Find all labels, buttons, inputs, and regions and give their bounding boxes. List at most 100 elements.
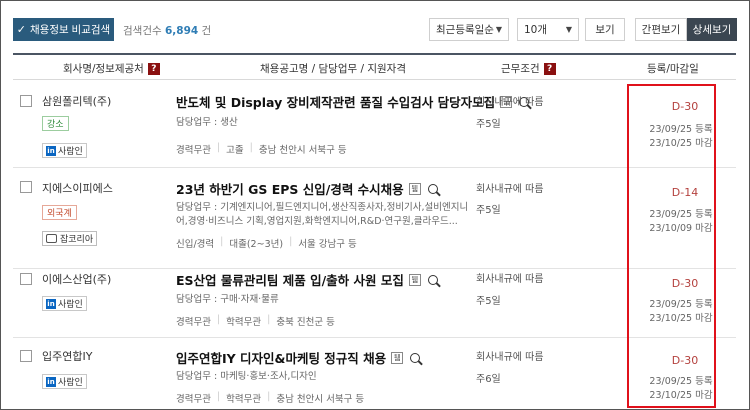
d-day: D-30 bbox=[671, 100, 699, 113]
company-name[interactable]: 입주연합IY bbox=[42, 348, 92, 364]
deadline-date: 23/10/09 마감 bbox=[649, 223, 713, 234]
job-duty: 담당업무 : 구매·자재·물류 bbox=[176, 294, 279, 305]
chevron-down-icon: ▼ bbox=[495, 25, 502, 34]
simple-view-button[interactable]: 간편보기 bbox=[635, 18, 687, 41]
job-title-text: 반도체 및 Display 장비제작관련 품질 수입검사 담당자모집 bbox=[176, 95, 496, 110]
location-text: 충남 천안시 서북구 등 bbox=[276, 394, 365, 405]
work-days: 주5일 bbox=[476, 119, 501, 130]
row-checkbox[interactable] bbox=[20, 181, 32, 193]
check-icon: ✓ bbox=[16, 24, 26, 36]
source-badge[interactable]: in 사람인 bbox=[42, 143, 87, 158]
job-title-text: 입주연합IY 디자인&마케팅 정규직 채용 bbox=[176, 351, 387, 366]
job-title[interactable]: ES산업 물류관리팀 제품 입/출하 사원 모집 퉴 bbox=[176, 270, 438, 289]
result-count-value: 6,894 bbox=[164, 25, 199, 37]
row-checkbox[interactable] bbox=[20, 95, 32, 107]
company-name[interactable]: 지에스이피에스 bbox=[42, 180, 113, 196]
source-badge[interactable]: in 사람인 bbox=[42, 374, 87, 389]
table-row: 입주연합IY in 사람인 입주연합IY 디자인&마케팅 정규직 채용 퉴 담당… bbox=[13, 338, 737, 409]
career-text: 경력무관 bbox=[176, 317, 211, 328]
results-toolbar: ✓ 채용정보 비교검색 검색건수 6,894 건 최근등록일순 ▼ 10개 ▼ … bbox=[13, 18, 737, 42]
header-company-label: 회사명/정보제공처 bbox=[63, 63, 144, 75]
company-badge: 강소 bbox=[42, 116, 69, 131]
job-title[interactable]: 23년 하반기 GS EPS 신입/경력 수시채용 퉴 bbox=[176, 179, 438, 198]
sort-order-select[interactable]: 최근등록일순 ▼ bbox=[429, 18, 509, 41]
source-label: 사람인 bbox=[58, 147, 83, 157]
row-checkbox[interactable] bbox=[20, 273, 32, 285]
linkedin-icon: in bbox=[46, 298, 56, 309]
table-header: 회사명/정보제공처 ? 채용공고명 / 담당업무 / 지원자격 근무조건 ? 등… bbox=[13, 53, 736, 80]
linkedin-icon: in bbox=[46, 376, 56, 387]
career-text: 경력무관 bbox=[176, 145, 211, 156]
job-title-text: 23년 하반기 GS EPS 신입/경력 수시채용 bbox=[176, 182, 404, 197]
deadline-date: 23/10/25 마감 bbox=[649, 138, 713, 149]
job-meta: 경력무관 | 학력무관 | 충북 진천군 등 bbox=[176, 314, 335, 328]
per-page-select[interactable]: 10개 ▼ bbox=[517, 18, 579, 41]
source-badge[interactable]: 잡코리아 bbox=[42, 231, 98, 246]
company-name[interactable]: 이에스산업(주) bbox=[42, 271, 111, 287]
compare-search-button[interactable]: ✓ 채용정보 비교검색 bbox=[13, 18, 114, 41]
scrap-icon[interactable]: 퉴 bbox=[408, 182, 421, 195]
sort-order-value: 최근등록일순 bbox=[436, 24, 494, 36]
deadline-date: 23/10/25 마감 bbox=[649, 313, 713, 324]
row-checkbox[interactable] bbox=[20, 350, 32, 362]
help-icon[interactable]: ? bbox=[543, 62, 556, 75]
linkedin-icon: in bbox=[46, 145, 56, 156]
education-text: 학력무관 bbox=[226, 317, 262, 328]
d-day: D-14 bbox=[671, 186, 699, 199]
pay-condition: 회사내규에 따름 bbox=[476, 97, 544, 108]
header-posting-label: 채용공고명 / 담당업무 / 지원자격 bbox=[260, 63, 407, 75]
education-text: 고졸 bbox=[226, 145, 244, 156]
d-day: D-30 bbox=[671, 354, 699, 367]
source-label: 사람인 bbox=[58, 300, 83, 310]
table-row: 삼원폴리텍(주) 강소 in 사람인 반도체 및 Display 장비제작관련 … bbox=[13, 81, 736, 168]
company-badge: 외국계 bbox=[42, 205, 77, 220]
location-text: 충남 천안시 서북구 등 bbox=[258, 145, 347, 156]
pay-condition: 회사내규에 따름 bbox=[476, 274, 544, 285]
help-icon[interactable]: ? bbox=[147, 62, 160, 75]
registered-date: 23/09/25 등록 bbox=[649, 299, 713, 310]
company-name[interactable]: 삼원폴리텍(주) bbox=[42, 93, 111, 109]
post-dates: 23/09/25 등록 23/10/25 마감 bbox=[625, 298, 737, 326]
education-text: 대졸(2~3년) bbox=[229, 239, 284, 250]
job-meta: 경력무관 | 고졸 | 충남 천안시 서북구 등 bbox=[176, 142, 347, 156]
job-duty: 담당업무 : 생산 bbox=[176, 117, 238, 128]
search-icon[interactable] bbox=[427, 274, 438, 285]
search-icon[interactable] bbox=[427, 183, 438, 194]
header-deadline-label: 등록/마감일 bbox=[647, 63, 699, 75]
career-text: 경력무관 bbox=[176, 394, 211, 405]
post-dates: 23/09/25 등록 23/10/09 마감 bbox=[625, 208, 737, 236]
post-dates: 23/09/25 등록 23/10/25 마감 bbox=[625, 123, 737, 151]
job-search-results: ✓ 채용정보 비교검색 검색건수 6,894 건 최근등록일순 ▼ 10개 ▼ … bbox=[0, 0, 750, 410]
job-duty: 담당업무 : 마케팅·홍보·조사,디자인 bbox=[176, 371, 317, 382]
work-days: 주5일 bbox=[476, 205, 501, 216]
education-text: 학력무관 bbox=[226, 394, 262, 405]
chevron-down-icon: ▼ bbox=[565, 25, 572, 34]
pay-condition: 회사내규에 따름 bbox=[476, 184, 544, 195]
job-meta: 신입/경력 | 대졸(2~3년) | 서울 강남구 등 bbox=[176, 236, 357, 250]
work-days: 주5일 bbox=[476, 296, 501, 307]
work-days: 주6일 bbox=[476, 374, 501, 385]
career-text: 신입/경력 bbox=[176, 239, 215, 250]
source-badge[interactable]: in 사람인 bbox=[42, 296, 87, 311]
jobkorea-icon bbox=[46, 234, 57, 243]
header-posting: 채용공고명 / 담당업무 / 지원자격 bbox=[260, 61, 406, 76]
compare-search-label: 채용정보 비교검색 bbox=[30, 24, 111, 36]
result-count-label: 검색건수 bbox=[123, 25, 162, 37]
location-text: 서울 강남구 등 bbox=[298, 239, 357, 250]
result-count-unit: 건 bbox=[201, 25, 212, 37]
job-title[interactable]: 입주연합IY 디자인&마케팅 정규직 채용 퉴 bbox=[176, 348, 421, 367]
post-dates: 23/09/25 등록 23/10/25 마감 bbox=[625, 375, 737, 403]
table-row: 이에스산업(주) in 사람인 ES산업 물류관리팀 제품 입/출하 사원 모집… bbox=[13, 259, 736, 338]
source-label: 잡코리아 bbox=[60, 235, 94, 245]
detail-view-button[interactable]: 상세보기 bbox=[687, 18, 737, 41]
job-meta: 경력무관 | 학력무관 | 충남 천안시 서북구 등 bbox=[176, 391, 365, 405]
table-row: 지에스이피에스 외국계 잡코리아 23년 하반기 GS EPS 신입/경력 수시… bbox=[13, 168, 736, 269]
view-button[interactable]: 보기 bbox=[585, 18, 625, 41]
header-company: 회사명/정보제공처 ? bbox=[63, 61, 160, 76]
pay-condition: 회사내규에 따름 bbox=[476, 352, 544, 363]
scrap-icon[interactable]: 퉴 bbox=[391, 351, 404, 364]
header-deadline: 등록/마감일 bbox=[647, 61, 699, 76]
per-page-value: 10개 bbox=[524, 24, 548, 36]
search-icon[interactable] bbox=[410, 352, 421, 363]
scrap-icon[interactable]: 퉴 bbox=[408, 273, 421, 286]
